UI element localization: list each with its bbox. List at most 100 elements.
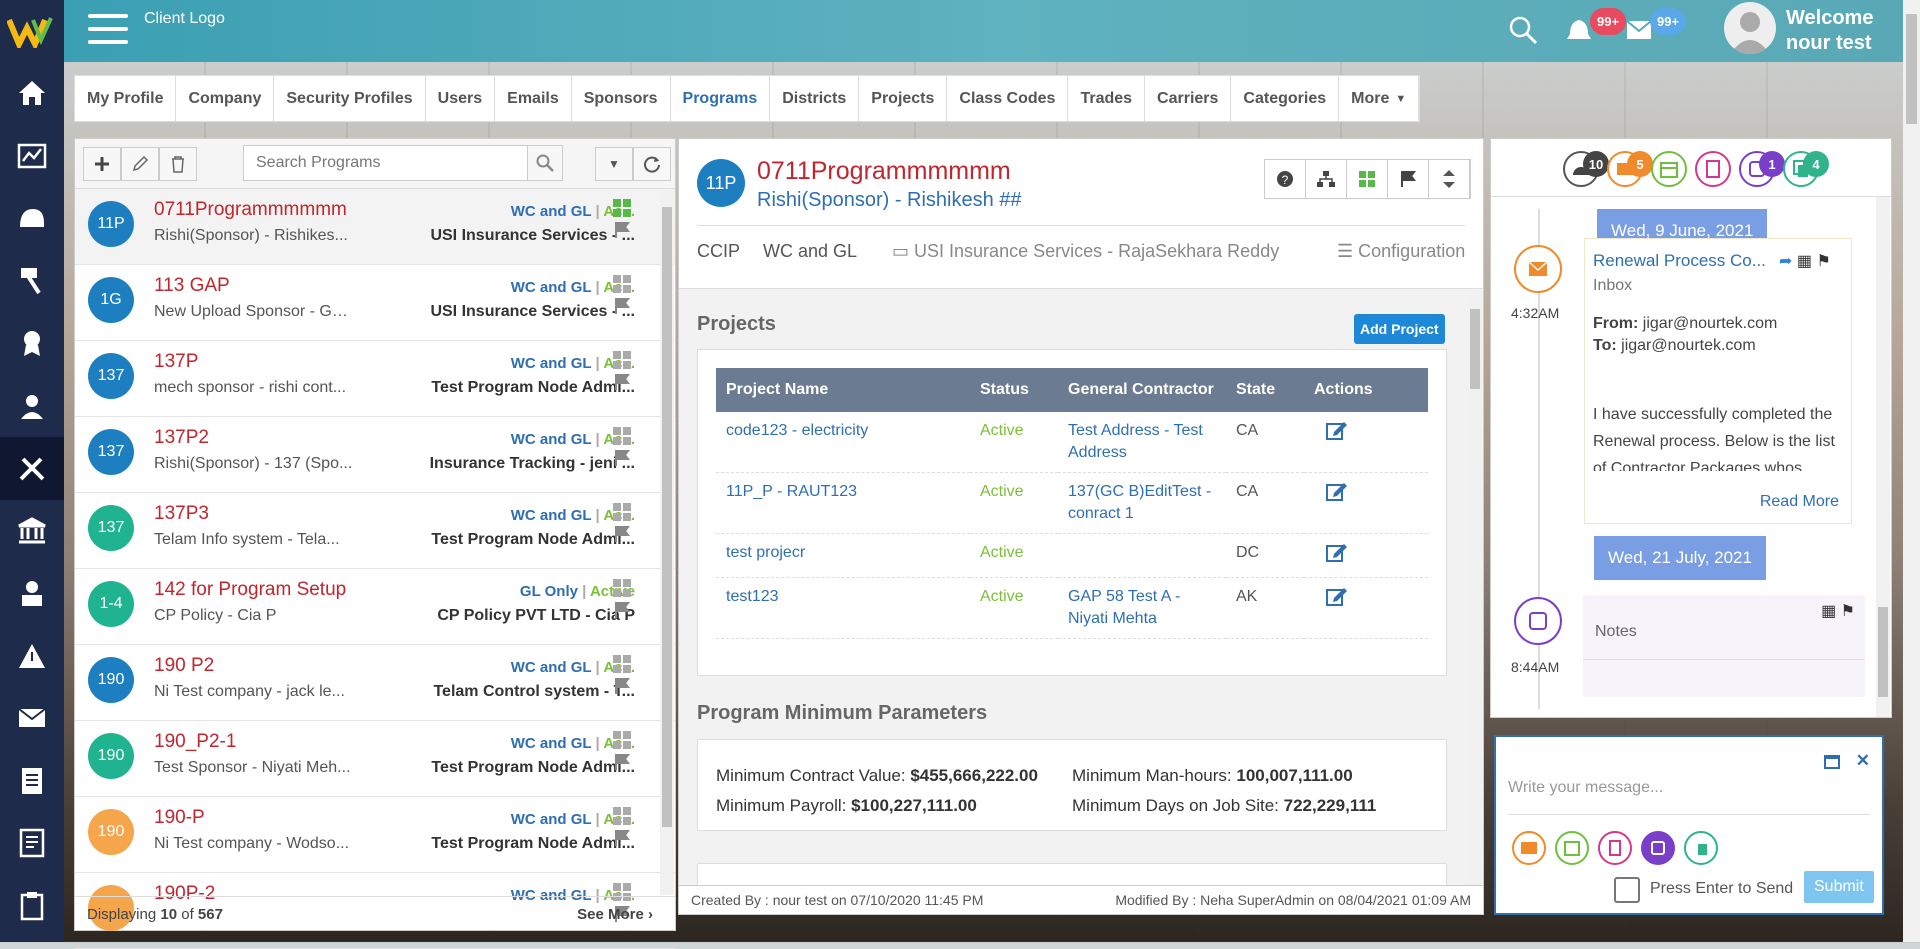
submit-button[interactable]: Submit bbox=[1804, 871, 1874, 903]
col-state[interactable]: State bbox=[1226, 368, 1304, 412]
page-scrollbar[interactable] bbox=[1903, 0, 1920, 942]
configuration-link[interactable]: ☰ Configuration bbox=[1337, 241, 1465, 262]
table-row[interactable]: 11P_P - RAUT123 Active 137(GC B)EditTest… bbox=[716, 472, 1428, 534]
list-item[interactable]: 11P 0711Programmmmmm WC and GL | Ac... R… bbox=[75, 189, 675, 265]
edit-icon[interactable] bbox=[1326, 586, 1348, 606]
enter-to-send-checkbox[interactable] bbox=[1614, 877, 1640, 903]
menu-hamburger-icon[interactable] bbox=[88, 14, 128, 46]
grid-icon[interactable] bbox=[613, 275, 631, 293]
tab-users[interactable]: Users bbox=[426, 76, 496, 121]
files-filter-icon[interactable]: 4 bbox=[1783, 151, 1829, 187]
add-project-button[interactable]: Add Project bbox=[1354, 314, 1445, 344]
grid-icon[interactable] bbox=[613, 731, 631, 749]
helmet-icon[interactable] bbox=[0, 187, 64, 250]
bell-icon[interactable] bbox=[1566, 18, 1592, 49]
flag-icon[interactable]: ⚑ bbox=[1841, 603, 1855, 620]
refresh-icon[interactable] bbox=[633, 147, 671, 181]
flag-icon[interactable] bbox=[613, 221, 631, 239]
project-name[interactable]: test projecr bbox=[716, 533, 970, 578]
see-more-link[interactable]: See More › bbox=[577, 906, 653, 923]
dashboard-chart-icon[interactable] bbox=[0, 125, 64, 188]
envelope-icon[interactable] bbox=[1626, 20, 1652, 45]
project-gc[interactable]: Test Address - Test Address bbox=[1058, 412, 1226, 473]
maximize-icon[interactable] bbox=[1824, 755, 1840, 774]
award-icon[interactable] bbox=[0, 312, 64, 375]
grid-icon[interactable]: ▦ bbox=[1821, 603, 1836, 620]
table-row[interactable]: test123 Active GAP 58 Test A - Niyati Me… bbox=[716, 577, 1428, 639]
grid-icon[interactable] bbox=[613, 351, 631, 369]
calendar-filter-icon[interactable] bbox=[1651, 151, 1687, 187]
tab-districts[interactable]: Districts bbox=[770, 76, 860, 121]
flag-icon[interactable] bbox=[613, 601, 631, 619]
tab-company[interactable]: Company bbox=[176, 76, 275, 121]
tab-emails[interactable]: Emails bbox=[495, 76, 572, 121]
forward-icon[interactable]: ➦ bbox=[1779, 253, 1792, 270]
flag-icon[interactable] bbox=[613, 525, 631, 543]
search-input[interactable]: Search Programs bbox=[243, 145, 531, 181]
tab-trades[interactable]: Trades bbox=[1068, 76, 1146, 121]
welcome-text[interactable]: Welcome nour test bbox=[1786, 6, 1873, 56]
project-gc[interactable]: 137(GC B)EditTest - conract 1 bbox=[1058, 472, 1226, 534]
flag-icon[interactable] bbox=[1388, 160, 1429, 198]
tab-programs[interactable]: Programs bbox=[671, 76, 771, 121]
home-icon[interactable] bbox=[0, 62, 64, 125]
grid-icon[interactable] bbox=[613, 427, 631, 445]
col-project-name[interactable]: Project Name bbox=[716, 368, 970, 412]
app-logo[interactable] bbox=[0, 0, 64, 62]
tab-sponsors[interactable]: Sponsors bbox=[572, 76, 671, 121]
grid-icon[interactable] bbox=[613, 503, 631, 521]
list-item[interactable]: 137 137P3 WC and GL | Ac... Telam Info s… bbox=[75, 493, 675, 569]
tab-more[interactable]: More ▼ bbox=[1339, 76, 1420, 121]
email-subject[interactable]: Renewal Process Co... bbox=[1593, 251, 1773, 271]
list-item[interactable]: 190 190_P2-1 WC and GL | Ac... Test Spon… bbox=[75, 721, 675, 797]
project-gc[interactable] bbox=[1058, 533, 1226, 578]
trash-icon[interactable] bbox=[159, 147, 197, 181]
tools-icon[interactable] bbox=[0, 437, 64, 500]
flag-icon[interactable] bbox=[613, 677, 631, 695]
tab-my-profile[interactable]: My Profile bbox=[75, 76, 177, 121]
mail-icon[interactable] bbox=[0, 687, 64, 750]
read-more-link[interactable]: Read More bbox=[1760, 493, 1839, 511]
project-name[interactable]: 11P_P - RAUT123 bbox=[716, 472, 970, 534]
detail-scrollbar[interactable] bbox=[1468, 291, 1482, 911]
note-card[interactable]: Notes ▦ ⚑ bbox=[1583, 595, 1865, 697]
sort-dropdown-icon[interactable]: ▼ bbox=[595, 147, 633, 181]
close-icon[interactable]: ✕ bbox=[1856, 751, 1870, 771]
activity-scrollbar[interactable] bbox=[1876, 197, 1890, 717]
list-item[interactable]: 137 137P WC and GL | Ac... mech sponsor … bbox=[75, 341, 675, 417]
help-icon[interactable]: ? bbox=[1265, 160, 1306, 198]
list-item[interactable]: 1-4 142 for Program Setup GL Only | Acti… bbox=[75, 569, 675, 645]
grid-icon[interactable] bbox=[613, 199, 631, 217]
document-filter-icon[interactable] bbox=[1695, 151, 1731, 187]
tab-categories[interactable]: Categories bbox=[1231, 76, 1340, 121]
tab-security-profiles[interactable]: Security Profiles bbox=[274, 76, 426, 121]
document-icon[interactable] bbox=[0, 750, 64, 813]
project-name[interactable]: code123 - electricity bbox=[716, 412, 970, 473]
project-gc[interactable]: GAP 58 Test A - Niyati Mehta bbox=[1058, 577, 1226, 639]
table-row[interactable]: code123 - electricity Active Test Addres… bbox=[716, 412, 1428, 473]
agent-icon[interactable] bbox=[0, 562, 64, 625]
add-icon[interactable] bbox=[83, 147, 121, 181]
flag-icon[interactable]: ⚑ bbox=[1816, 253, 1830, 270]
tab-class-codes[interactable]: Class Codes bbox=[947, 76, 1069, 121]
flag-icon[interactable] bbox=[613, 297, 631, 315]
expand-collapse-icon[interactable] bbox=[1429, 160, 1470, 198]
tab-projects[interactable]: Projects bbox=[859, 76, 948, 121]
grid-icon[interactable] bbox=[613, 655, 631, 673]
warning-icon[interactable] bbox=[0, 625, 64, 688]
edit-icon[interactable] bbox=[1326, 481, 1348, 501]
note-type-icon[interactable] bbox=[1641, 831, 1675, 865]
flag-icon[interactable] bbox=[613, 373, 631, 391]
search-icon[interactable] bbox=[1508, 15, 1538, 50]
hierarchy-icon[interactable] bbox=[1306, 160, 1347, 198]
worker-icon[interactable] bbox=[0, 375, 64, 438]
list-scrollbar[interactable] bbox=[660, 191, 674, 895]
email-filter-icon[interactable]: 5 bbox=[1607, 151, 1653, 187]
program-sponsor[interactable]: Rishi(Sponsor) - Rishikesh ## bbox=[757, 189, 1022, 212]
flag-icon[interactable] bbox=[613, 753, 631, 771]
report-icon[interactable] bbox=[0, 812, 64, 875]
clipboard-icon[interactable] bbox=[0, 875, 64, 938]
col-general-contractor[interactable]: General Contractor bbox=[1058, 368, 1226, 412]
col-status[interactable]: Status bbox=[970, 368, 1058, 412]
tab-carriers[interactable]: Carriers bbox=[1145, 76, 1232, 121]
